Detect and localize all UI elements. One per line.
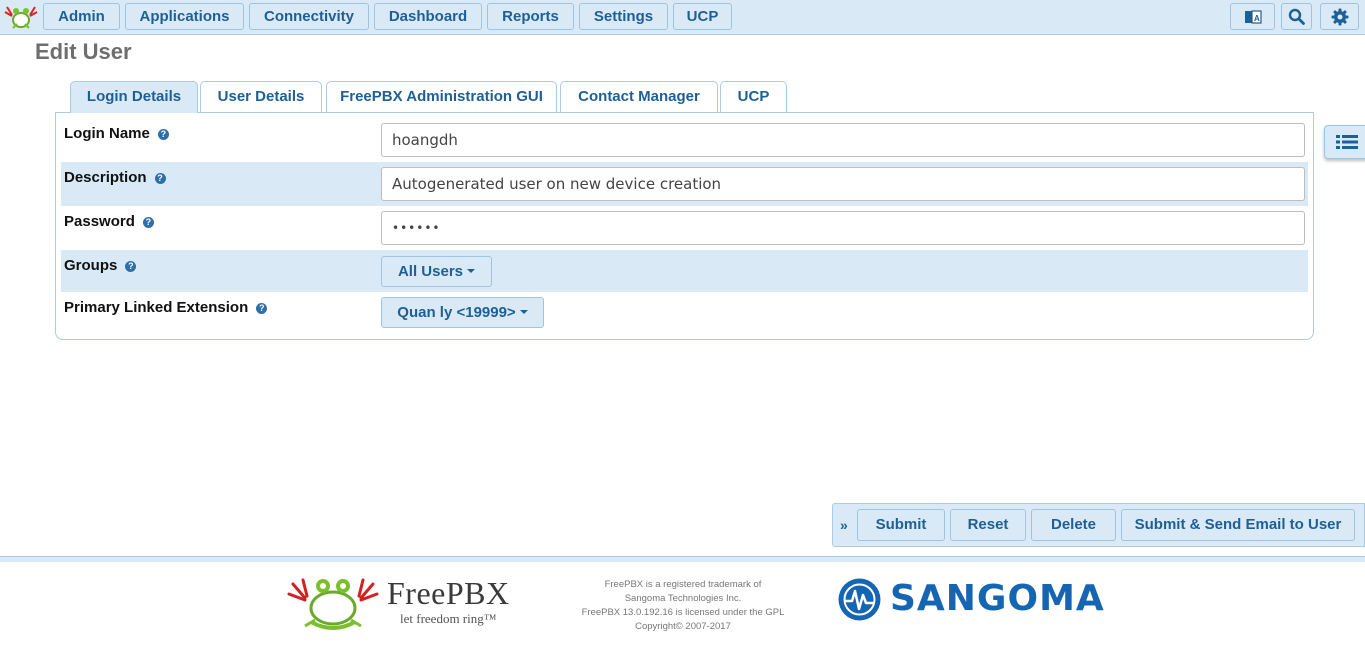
nav-ucp[interactable]: UCP xyxy=(673,3,732,30)
help-icon[interactable]: ? xyxy=(157,129,169,140)
page-title: Edit User xyxy=(35,39,132,64)
tab-ucp[interactable]: UCP xyxy=(720,81,787,113)
freepbx-logo-icon[interactable] xyxy=(3,4,39,30)
nav-dashboard[interactable]: Dashboard xyxy=(374,3,482,30)
tab-freepbx-admin-gui[interactable]: FreePBX Administration GUI xyxy=(326,81,557,113)
help-icon[interactable]: ? xyxy=(256,303,268,314)
groups-label: Groups? xyxy=(64,257,137,274)
password-input[interactable]: •••••• xyxy=(381,211,1305,245)
sangoma-logo-icon xyxy=(838,578,881,621)
groups-row xyxy=(61,250,1308,292)
search-button[interactable] xyxy=(1281,3,1312,30)
submit-button[interactable]: Submit xyxy=(857,509,945,541)
sidebar-toggle-button[interactable] xyxy=(1324,125,1365,159)
nav-admin[interactable]: Admin xyxy=(43,3,120,30)
groups-dropdown[interactable]: All Users xyxy=(381,256,492,287)
freepbx-brand: FreePBX xyxy=(387,575,510,611)
freepbx-tagline: let freedom ring™ xyxy=(400,611,497,626)
login-name-input[interactable]: hoangdh xyxy=(381,123,1305,157)
collapse-action-bar[interactable]: » xyxy=(840,517,848,533)
nav-applications[interactable]: Applications xyxy=(125,3,244,30)
tab-contact-manager[interactable]: Contact Manager xyxy=(560,81,718,113)
tab-user-details[interactable]: User Details xyxy=(200,81,322,113)
search-icon xyxy=(1288,8,1305,25)
footer-divider xyxy=(0,556,1365,562)
primary-extension-label: Primary Linked Extension? xyxy=(64,299,268,316)
submit-send-email-button[interactable]: Submit & Send Email to User xyxy=(1121,509,1355,541)
freepbx-frog-logo xyxy=(287,578,379,630)
description-label: Description? xyxy=(64,169,166,186)
primary-extension-dropdown[interactable]: Quan ly <19999> xyxy=(381,297,544,328)
nav-connectivity[interactable]: Connectivity xyxy=(249,3,369,30)
caret-down-icon xyxy=(519,310,528,314)
caret-down-icon xyxy=(467,269,476,273)
tab-login-details[interactable]: Login Details xyxy=(70,81,198,113)
help-icon[interactable]: ? xyxy=(125,261,137,272)
sangoma-brand: SANGOMA xyxy=(890,578,1105,619)
description-input[interactable]: Autogenerated user on new device creatio… xyxy=(381,167,1305,201)
legal-text: FreePBX is a registered trademark of San… xyxy=(581,579,785,632)
gear-icon xyxy=(1331,8,1348,25)
help-icon[interactable]: ? xyxy=(142,217,154,228)
nav-settings[interactable]: Settings xyxy=(579,3,668,30)
reset-button[interactable]: Reset xyxy=(950,509,1026,541)
list-icon xyxy=(1335,135,1358,149)
password-label: Password? xyxy=(64,213,154,230)
svg-text:A: A xyxy=(1254,14,1260,23)
nav-reports[interactable]: Reports xyxy=(487,3,574,30)
translate-icon: A xyxy=(1244,9,1262,24)
language-button[interactable]: A xyxy=(1230,3,1275,30)
login-name-label: Login Name? xyxy=(64,125,169,142)
help-icon[interactable]: ? xyxy=(154,173,166,184)
settings-button[interactable] xyxy=(1320,3,1359,30)
delete-button[interactable]: Delete xyxy=(1031,509,1116,541)
